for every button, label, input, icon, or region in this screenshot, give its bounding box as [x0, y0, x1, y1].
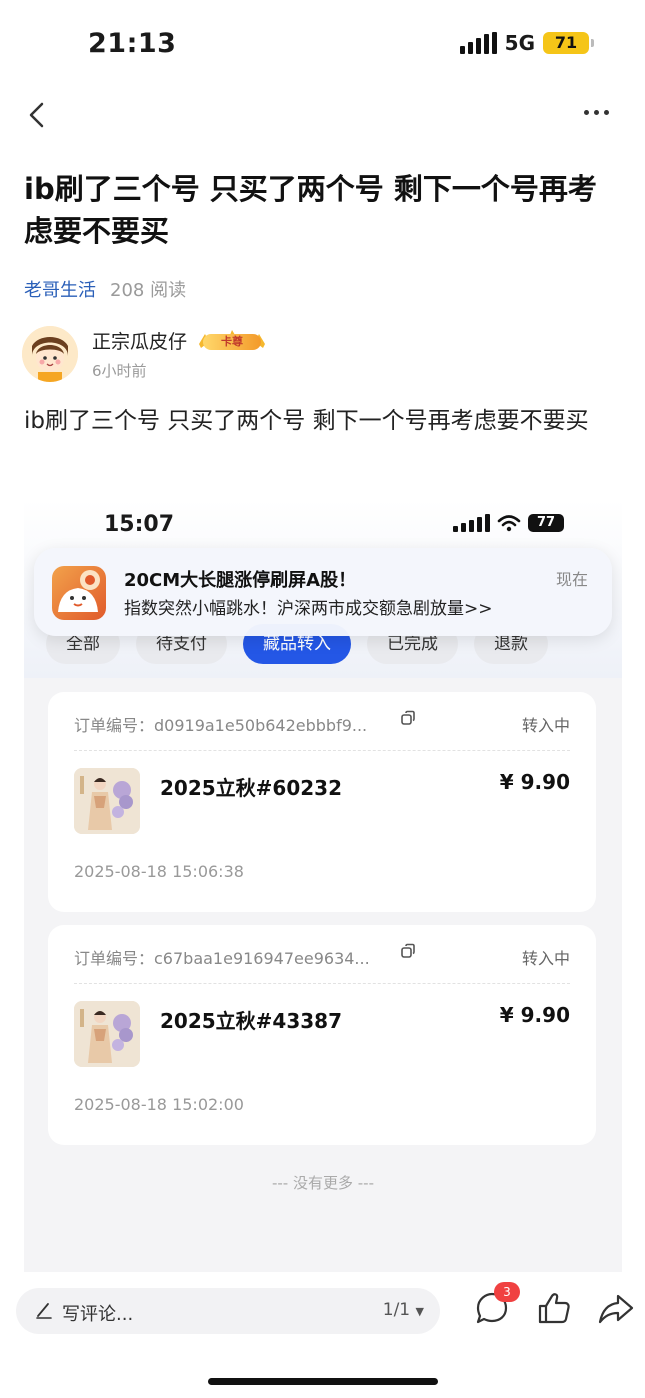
- post-title: ib刷了三个号 只买了两个号 剩下一个号再考虑要不要买: [24, 172, 597, 248]
- order-status: 转入中: [521, 716, 570, 735]
- screenshot-header: 15:07 77 全部 待支付 藏品转入 已完成 退款 20CM大长腿涨停刷屏A…: [24, 500, 622, 678]
- product-price: ¥ 9.90: [499, 1003, 570, 1027]
- more-icon[interactable]: [584, 110, 609, 115]
- embedded-screenshot[interactable]: 15:07 77 全部 待支付 藏品转入 已完成 退款 20CM大长腿涨停刷屏A…: [24, 500, 622, 1272]
- signal-icon: [453, 514, 490, 532]
- back-icon[interactable]: [24, 100, 54, 130]
- category-link[interactable]: 老哥生活: [24, 276, 96, 302]
- post-time: 6小时前: [92, 362, 147, 380]
- share-icon[interactable]: [596, 1288, 636, 1328]
- post-meta: 老哥生活 208 阅读: [24, 276, 186, 302]
- order-status: 转入中: [521, 949, 570, 968]
- product-name: 2025立秋#60232: [160, 776, 343, 800]
- status-time: 21:13: [88, 28, 177, 59]
- order-id: 订单编号：c67baa1e916947ee9634...: [74, 949, 370, 968]
- badge-label: 卡尊: [221, 334, 244, 348]
- wifi-icon: [497, 515, 521, 532]
- status-indicators: 5G 71: [459, 31, 594, 55]
- vip-badge: 卡尊: [197, 329, 267, 352]
- no-more-label: --- 没有更多 ---: [271, 1174, 374, 1192]
- screenshot-status: 77: [453, 514, 564, 532]
- product-name: 2025立秋#43387: [160, 1009, 343, 1033]
- divider: [74, 750, 570, 751]
- avatar[interactable]: [22, 326, 78, 382]
- post-body: ib刷了三个号 只买了两个号 剩下一个号再考虑要不要买: [24, 408, 589, 434]
- divider: [74, 983, 570, 984]
- product-thumbnail[interactable]: [74, 768, 140, 834]
- order-card[interactable]: 订单编号：d0919a1e50b642ebbbf9... 转入中 2025立秋#…: [48, 692, 596, 912]
- home-indicator: [208, 1378, 438, 1385]
- author-name[interactable]: 正宗瓜皮仔: [92, 327, 187, 354]
- order-id: 订单编号：d0919a1e50b642ebbbf9...: [74, 716, 368, 735]
- copy-icon[interactable]: [400, 710, 416, 726]
- battery-icon: 77: [528, 514, 564, 532]
- signal-icon: [459, 32, 497, 54]
- app-icon: [52, 566, 106, 620]
- notification-time: 现在: [555, 570, 588, 589]
- page-indicator[interactable]: 1/1 ▼: [383, 1300, 424, 1320]
- pen-icon: [36, 1303, 52, 1319]
- copy-icon[interactable]: [400, 943, 416, 959]
- order-card[interactable]: 订单编号：c67baa1e916947ee9634... 转入中 2025立秋#…: [48, 925, 596, 1145]
- comment-input[interactable]: 写评论... 1/1 ▼: [16, 1288, 440, 1334]
- page-indicator-text: 1/1: [382, 1300, 411, 1320]
- push-notification[interactable]: 20CM大长腿涨停刷屏A股！ 指数突然小幅跳水！沪深两市成交额急剧放量>> 现在: [34, 548, 612, 636]
- top-nav: [0, 90, 645, 140]
- battery-icon: 71: [543, 32, 594, 54]
- author-row[interactable]: 正宗瓜皮仔 卡尊 6小时前: [22, 324, 267, 384]
- comment-placeholder: 写评论...: [62, 1304, 134, 1325]
- read-count: 208 阅读: [110, 280, 187, 301]
- like-icon[interactable]: [534, 1288, 574, 1328]
- status-bar: 21:13 5G 71: [0, 0, 645, 88]
- notification-body: 指数突然小幅跳水！沪深两市成交额急剧放量>>: [124, 599, 493, 619]
- caret-down-icon: ▼: [415, 1305, 424, 1318]
- network-label: 5G: [504, 31, 535, 55]
- comment-count-badge: 3: [494, 1282, 520, 1302]
- order-date: 2025-08-18 15:02:00: [74, 1095, 244, 1114]
- bottom-action-bar: 写评论... 1/1 ▼ 3: [0, 1280, 645, 1350]
- order-date: 2025-08-18 15:06:38: [74, 862, 244, 881]
- product-price: ¥ 9.90: [499, 770, 570, 794]
- screenshot-time: 15:07: [104, 512, 175, 537]
- notification-title: 20CM大长腿涨停刷屏A股！: [124, 570, 357, 591]
- product-thumbnail[interactable]: [74, 1001, 140, 1067]
